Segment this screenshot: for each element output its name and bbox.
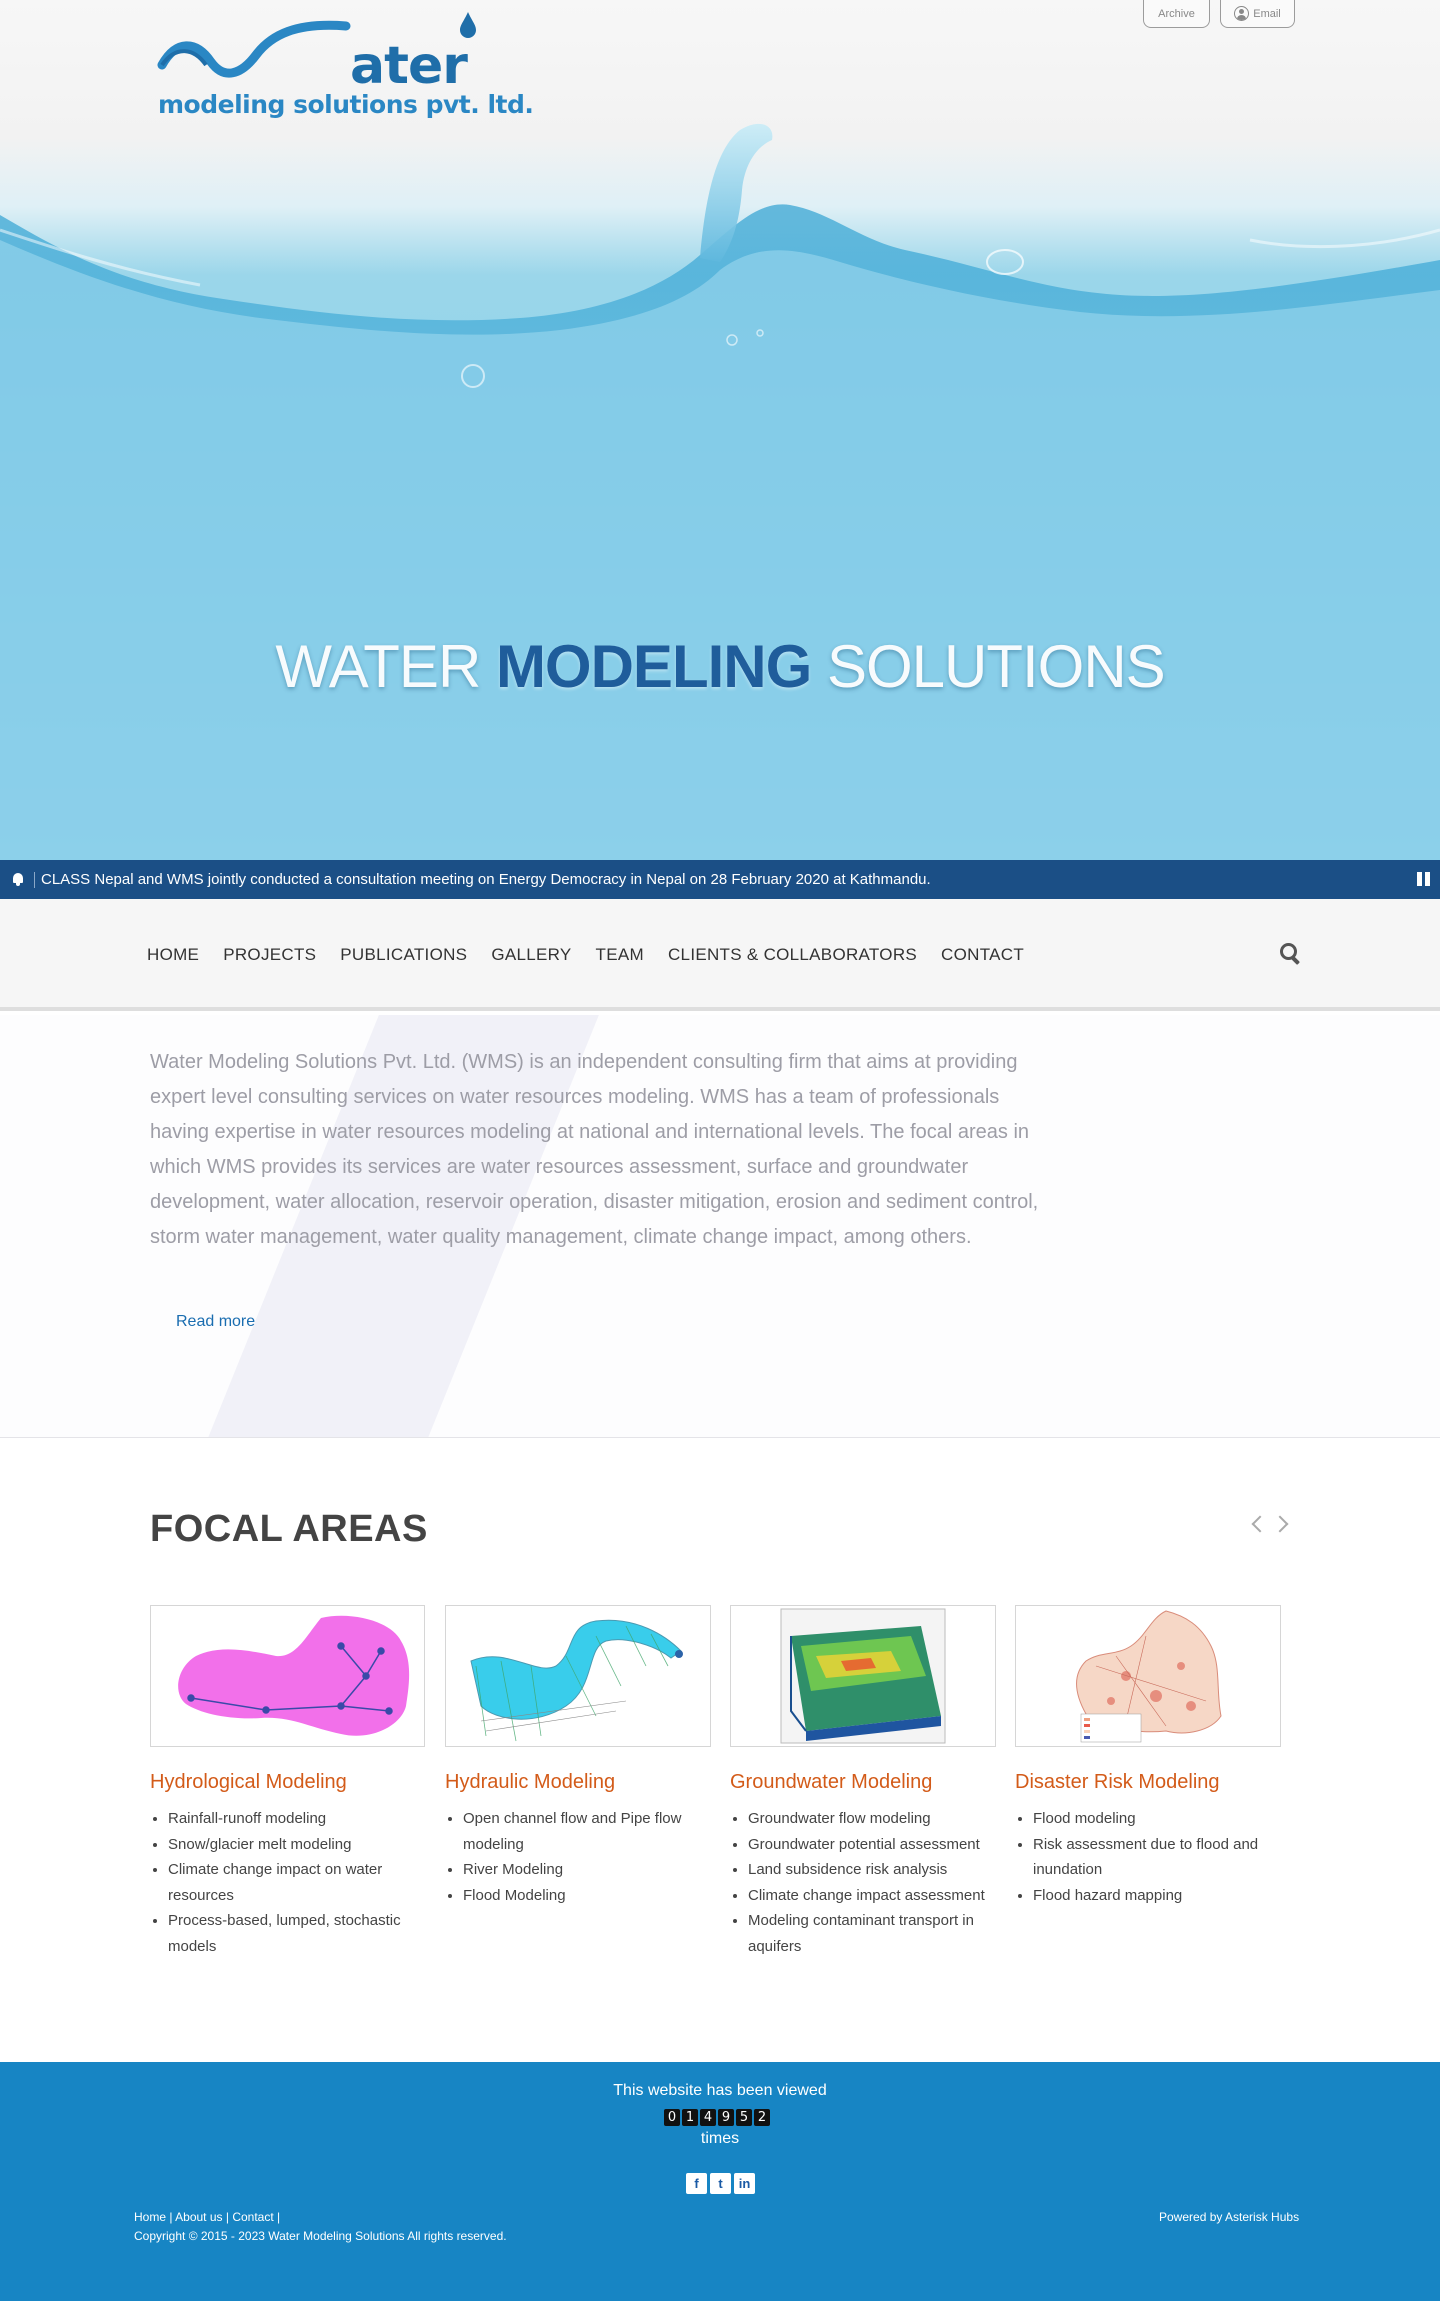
main-navigation: HOME PROJECTS PUBLICATIONS GALLERY TEAM … <box>0 899 1440 1011</box>
site-footer: This website has been viewed 0 1 4 9 5 2… <box>0 2062 1440 2301</box>
focal-areas-heading: FOCAL AREAS <box>150 1508 428 1550</box>
nav-menu: HOME PROJECTS PUBLICATIONS GALLERY TEAM … <box>147 899 1024 1011</box>
linkedin-icon[interactable]: in <box>734 2173 755 2194</box>
focal-card-groundwater[interactable]: Groundwater Modeling Groundwater flow mo… <box>730 1605 996 1960</box>
list-item: Modeling contaminant transport in aquife… <box>748 1908 996 1959</box>
list-item: Flood modeling <box>1033 1806 1281 1832</box>
hydraulic-river-image <box>445 1605 711 1747</box>
hero-title: WATER MODELING SOLUTIONS <box>0 632 1440 701</box>
list-item: Flood hazard mapping <box>1033 1883 1281 1909</box>
footer-links: Home | About us | Contact | <box>134 2210 281 2224</box>
list-item: Open channel flow and Pipe flow modeling <box>463 1806 711 1857</box>
nav-item-publications[interactable]: PUBLICATIONS <box>340 945 467 965</box>
visitor-counter-label: This website has been viewed <box>613 2082 827 2099</box>
email-button[interactable]: Email <box>1220 0 1295 28</box>
pause-icon[interactable] <box>1417 872 1430 886</box>
focal-card-hydraulic[interactable]: Hydraulic Modeling Open channel flow and… <box>445 1605 711 1908</box>
user-icon <box>1234 6 1250 21</box>
visitor-counter: 0 1 4 9 5 2 <box>664 2109 770 2126</box>
intro-text: Water Modeling Solutions Pvt. Ltd. (WMS)… <box>150 1051 1039 1248</box>
email-label: Email <box>1253 7 1281 20</box>
list-item: Groundwater flow modeling <box>748 1806 996 1832</box>
focal-card-hydrological[interactable]: Hydrological Modeling Rainfall-runoff mo… <box>150 1605 425 1960</box>
card-list: Flood modeling Risk assessment due to fl… <box>1015 1806 1281 1908</box>
visitor-counter-suffix: times <box>700 2130 740 2147</box>
hero-title-bold: MODELING <box>495 633 812 700</box>
carousel-next-icon[interactable] <box>1274 1513 1292 1535</box>
counter-digit: 9 <box>718 2109 734 2126</box>
counter-digit: 4 <box>700 2109 716 2126</box>
read-more-link[interactable]: Read more <box>176 1313 255 1331</box>
facebook-icon[interactable]: f <box>686 2173 707 2194</box>
twitter-icon[interactable]: t <box>710 2173 731 2194</box>
card-title[interactable]: Groundwater Modeling <box>730 1771 996 1794</box>
disaster-risk-map-image <box>1015 1605 1281 1747</box>
news-ticker: CLASS Nepal and WMS jointly conducted a … <box>0 860 1440 899</box>
water-splash-graphic <box>0 123 1440 860</box>
footer-link-home[interactable]: Home <box>134 2210 166 2224</box>
nav-item-clients[interactable]: CLIENTS & COLLABORATORS <box>668 945 917 965</box>
list-item: Flood Modeling <box>463 1883 711 1909</box>
card-list: Groundwater flow modeling Groundwater po… <box>730 1806 996 1960</box>
groundwater-model-image <box>730 1605 996 1747</box>
list-item: Process-based, lumped, stochastic models <box>168 1908 425 1959</box>
counter-digit: 1 <box>682 2109 698 2126</box>
hero-banner: ater modeling solutions pvt. ltd. Archiv… <box>0 0 1440 860</box>
archive-button[interactable]: Archive <box>1143 0 1210 28</box>
list-item: River Modeling <box>463 1857 711 1883</box>
counter-digit: 0 <box>664 2109 680 2126</box>
card-title[interactable]: Hydraulic Modeling <box>445 1771 711 1794</box>
footer-link-about[interactable]: About us <box>175 2210 222 2224</box>
logo-wave-icon <box>157 20 351 78</box>
powered-by-link[interactable]: Powered by Asterisk Hubs <box>1159 2210 1299 2224</box>
card-title[interactable]: Disaster Risk Modeling <box>1015 1771 1281 1794</box>
list-item: Groundwater potential assessment <box>748 1832 996 1858</box>
intro-section: Water Modeling Solutions Pvt. Ltd. (WMS)… <box>0 1015 1440 1438</box>
logo-subtitle: modeling solutions pvt. ltd. <box>158 90 534 119</box>
list-item: Risk assessment due to flood and inundat… <box>1033 1832 1281 1883</box>
social-links: f t in <box>686 2173 755 2194</box>
company-logo[interactable]: ater modeling solutions pvt. ltd. <box>156 10 534 125</box>
counter-digit: 5 <box>736 2109 752 2126</box>
card-list: Rainfall-runoff modeling Snow/glacier me… <box>150 1806 425 1960</box>
nav-item-projects[interactable]: PROJECTS <box>223 945 316 965</box>
ticker-text[interactable]: CLASS Nepal and WMS jointly conducted a … <box>41 871 931 888</box>
nav-item-gallery[interactable]: GALLERY <box>491 945 571 965</box>
card-title[interactable]: Hydrological Modeling <box>150 1771 425 1794</box>
focal-card-disaster[interactable]: Disaster Risk Modeling Flood modeling Ri… <box>1015 1605 1281 1908</box>
nav-item-contact[interactable]: CONTACT <box>941 945 1024 965</box>
counter-digit: 2 <box>754 2109 770 2126</box>
logo-word: ater <box>350 36 468 96</box>
footer-link-contact[interactable]: Contact <box>232 2210 273 2224</box>
hero-title-part2: SOLUTIONS <box>811 633 1166 700</box>
card-list: Open channel flow and Pipe flow modeling… <box>445 1806 711 1908</box>
carousel-prev-icon[interactable] <box>1248 1513 1266 1535</box>
hydrological-map-image <box>150 1605 425 1747</box>
list-item: Rainfall-runoff modeling <box>168 1806 425 1832</box>
ticker-divider <box>34 871 35 888</box>
list-item: Land subsidence risk analysis <box>748 1857 996 1883</box>
bell-icon <box>11 872 25 887</box>
archive-label: Archive <box>1158 7 1195 20</box>
search-icon[interactable] <box>1280 943 1302 965</box>
nav-item-team[interactable]: TEAM <box>596 945 644 965</box>
list-item: Climate change impact on water resources <box>168 1857 425 1908</box>
copyright-text: Copyright © 2015 - 2023 Water Modeling S… <box>134 2229 507 2243</box>
nav-item-home[interactable]: HOME <box>147 945 199 965</box>
list-item: Climate change impact assessment <box>748 1883 996 1909</box>
list-item: Snow/glacier melt modeling <box>168 1832 425 1858</box>
hero-title-part1: WATER <box>275 633 496 700</box>
